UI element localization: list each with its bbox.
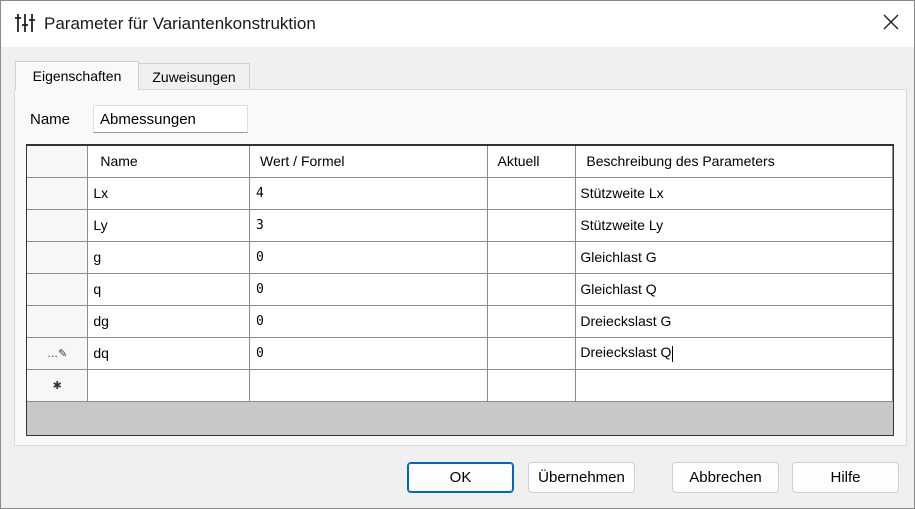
window-title: Parameter für Variantenkonstruktion — [44, 14, 316, 33]
new-row[interactable]: ✱ — [27, 369, 893, 402]
tab-eigenschaften[interactable]: Eigenschaften — [15, 61, 139, 90]
cell-wert-new[interactable] — [249, 369, 488, 402]
cell-beschreibung-new[interactable] — [575, 369, 893, 402]
column-header-name[interactable]: Name — [87, 146, 250, 178]
table-row[interactable]: g 0 Gleichlast G — [27, 241, 893, 274]
cancel-button[interactable]: Abbrechen — [672, 462, 779, 493]
cell-beschreibung-editing[interactable]: Dreieckslast Q — [575, 337, 893, 370]
cell-aktuell[interactable] — [487, 241, 577, 274]
cell-wert[interactable]: 0 — [249, 337, 488, 370]
cell-wert[interactable]: 0 — [249, 305, 488, 338]
cell-wert[interactable]: 0 — [249, 241, 488, 274]
parameter-grid: Name Wert / Formel Aktuell Beschreibung … — [26, 144, 894, 436]
cell-beschreibung[interactable]: Dreieckslast G — [575, 305, 893, 338]
ok-button[interactable]: OK — [407, 462, 514, 493]
row-selector[interactable] — [27, 305, 89, 338]
cell-wert[interactable]: 3 — [249, 209, 488, 242]
cell-beschreibung[interactable]: Gleichlast G — [575, 241, 893, 274]
row-selector[interactable] — [27, 241, 89, 274]
text-caret — [672, 345, 674, 362]
cell-wert[interactable]: 0 — [249, 273, 488, 306]
cell-aktuell[interactable] — [487, 305, 577, 338]
table-row[interactable]: dg 0 Dreieckslast G — [27, 305, 893, 338]
row-selector[interactable] — [27, 273, 89, 306]
table-row[interactable]: Lx 4 Stützweite Lx — [27, 177, 893, 210]
column-header-beschreibung[interactable]: Beschreibung des Parameters — [575, 146, 893, 178]
row-header-corner — [27, 146, 89, 178]
help-button[interactable]: Hilfe — [792, 462, 899, 493]
tab-zuweisungen[interactable]: Zuweisungen — [139, 63, 250, 89]
table-row-editing[interactable]: …✎ dq 0 Dreieckslast Q — [27, 337, 893, 370]
column-header-aktuell[interactable]: Aktuell — [487, 146, 577, 178]
apply-button[interactable]: Übernehmen — [528, 462, 635, 493]
cell-beschreibung-text: Dreieckslast Q — [580, 344, 672, 361]
dialog-window: Parameter für Variantenkonstruktion Eige… — [0, 0, 915, 509]
sliders-icon — [14, 12, 36, 34]
cell-aktuell[interactable] — [487, 337, 577, 370]
cell-beschreibung[interactable]: Stützweite Ly — [575, 209, 893, 242]
column-header-wert[interactable]: Wert / Formel — [249, 146, 488, 178]
cell-name[interactable]: dq — [87, 337, 250, 370]
title-bar: Parameter für Variantenkonstruktion — [1, 1, 914, 47]
cell-aktuell[interactable] — [487, 177, 577, 210]
cell-name[interactable]: Lx — [87, 177, 250, 210]
cell-name[interactable]: dg — [87, 305, 250, 338]
name-input[interactable]: Abmessungen — [93, 105, 248, 133]
edit-row-icon[interactable]: …✎ — [27, 337, 89, 370]
cell-beschreibung[interactable]: Gleichlast Q — [575, 273, 893, 306]
cell-aktuell-new[interactable] — [487, 369, 577, 402]
row-selector[interactable] — [27, 209, 89, 242]
table-row[interactable]: Ly 3 Stützweite Ly — [27, 209, 893, 242]
cell-aktuell[interactable] — [487, 273, 577, 306]
cell-name[interactable]: g — [87, 241, 250, 274]
close-button[interactable] — [868, 1, 914, 47]
cell-name[interactable]: Ly — [87, 209, 250, 242]
row-selector[interactable] — [27, 177, 89, 210]
grid-header-row: Name Wert / Formel Aktuell Beschreibung … — [27, 146, 893, 178]
close-icon — [883, 14, 899, 35]
cell-beschreibung[interactable]: Stützweite Lx — [575, 177, 893, 210]
cell-aktuell[interactable] — [487, 209, 577, 242]
new-row-icon[interactable]: ✱ — [27, 369, 89, 402]
cell-wert[interactable]: 4 — [249, 177, 488, 210]
name-label: Name — [30, 111, 71, 128]
table-row[interactable]: q 0 Gleichlast Q — [27, 273, 893, 306]
cell-name-new[interactable] — [87, 369, 250, 402]
cell-name[interactable]: q — [87, 273, 250, 306]
